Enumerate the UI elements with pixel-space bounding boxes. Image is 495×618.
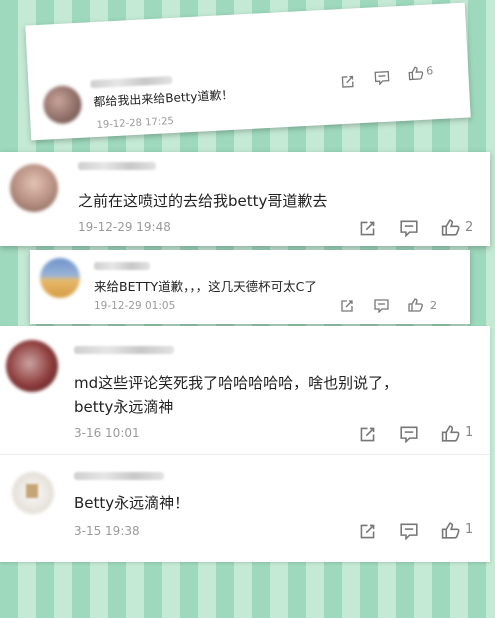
thumbs-up-icon[interactable] — [441, 425, 460, 442]
avatar-detail — [26, 484, 38, 498]
avatar[interactable] — [10, 164, 58, 212]
comment-icon[interactable] — [400, 220, 418, 237]
comment-time: 3-15 19:38 — [74, 524, 140, 538]
comment-time: 19-12-29 01:05 — [94, 300, 176, 312]
comment-icon[interactable] — [374, 299, 389, 313]
share-icon[interactable] — [359, 220, 376, 237]
comment-time: 19-12-29 19:48 — [78, 220, 171, 234]
like-count: 2 — [430, 299, 437, 312]
comment-card: 之前在这喷过的去给我betty哥道歉去 19-12-29 19:48 2 — [0, 152, 490, 246]
like-count: 1 — [465, 425, 474, 440]
comment-card: 都给我出来给Betty道歉！ 19-12-28 17:25 6 — [25, 2, 471, 141]
comment-text: betty永远滴神 — [74, 398, 174, 416]
comment-text: Betty永远滴神！ — [74, 494, 190, 512]
comment-icon[interactable] — [400, 523, 418, 540]
thumbs-up-icon[interactable] — [441, 522, 460, 539]
avatar[interactable] — [40, 258, 80, 298]
comment-time: 3-16 10:01 — [74, 426, 140, 440]
comment-text: md这些评论笑死我了哈哈哈哈哈，啥也别说了， — [74, 374, 399, 392]
username[interactable] — [74, 346, 174, 354]
comment-time: 19-12-28 17:25 — [96, 115, 175, 131]
comment-card: 来给BETTY道歉，，，这几天德杯可太C了 19-12-29 01:05 2 — [30, 250, 470, 324]
username[interactable] — [90, 75, 173, 89]
like-count: 6 — [425, 64, 434, 78]
comment-icon[interactable] — [374, 70, 390, 86]
comment-text: 来给BETTY道歉，，，这几天德杯可太C了 — [94, 279, 317, 294]
share-icon[interactable] — [359, 426, 376, 443]
avatar[interactable] — [6, 340, 58, 392]
thumbs-up-icon[interactable] — [408, 298, 423, 312]
comment-panel: md这些评论笑死我了哈哈哈哈哈，啥也别说了， betty永远滴神 3-16 10… — [0, 326, 490, 562]
share-icon[interactable] — [340, 299, 354, 313]
username[interactable] — [78, 162, 156, 170]
like-count: 1 — [465, 522, 474, 537]
username[interactable] — [94, 262, 150, 270]
thumbs-up-icon[interactable] — [441, 219, 460, 236]
username[interactable] — [74, 472, 164, 480]
divider — [0, 454, 490, 455]
share-icon[interactable] — [340, 74, 355, 89]
avatar[interactable] — [42, 84, 83, 125]
comment-text: 之前在这喷过的去给我betty哥道歉去 — [78, 192, 328, 210]
thumbs-up-icon[interactable] — [408, 66, 424, 81]
comment-text: 都给我出来给Betty道歉！ — [93, 87, 234, 110]
like-count: 2 — [465, 220, 474, 235]
share-icon[interactable] — [359, 523, 376, 540]
comment-icon[interactable] — [400, 426, 418, 443]
